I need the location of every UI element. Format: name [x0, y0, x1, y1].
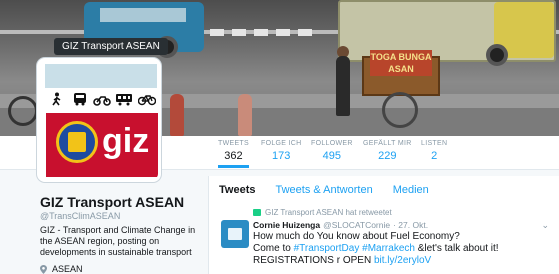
tooltip: GIZ Transport ASEAN [54, 38, 168, 55]
location-pin-icon [40, 264, 47, 274]
street-vendor [336, 56, 350, 116]
asean-map-graphic [45, 64, 157, 88]
tab-tweets[interactable]: Tweets [219, 184, 255, 196]
giz-wordmark: giz [102, 122, 150, 160]
tweet-text: How much do You know about Fuel Economy?… [253, 231, 553, 267]
stat-likes[interactable]: GEFÄLLT MIR 229 [363, 140, 412, 162]
asean-emblem-center [68, 132, 86, 152]
tweet-line: Come to #TransportDay #Marrakech &let's … [253, 243, 553, 255]
crosswalk-stripe [276, 29, 290, 36]
crosswalk-stripe [298, 29, 312, 36]
timeline-tabs: Tweets Tweets & Antworten Medien [219, 184, 429, 196]
tweet-menu-chevron-icon[interactable]: ⌄ [541, 220, 549, 231]
walking-icon [52, 92, 61, 106]
stat-following[interactable]: FOLGE ICH 173 [261, 140, 301, 162]
stat-label: FOLLOWER [311, 140, 353, 147]
stat-label: FOLGE ICH [261, 140, 302, 147]
tweet-author-avatar[interactable] [221, 220, 249, 248]
tweet-text-segment: Come to [253, 243, 294, 254]
profile-location: ASEAN [40, 264, 83, 274]
stat-value: 173 [272, 150, 291, 162]
profile-avatar[interactable]: giz [37, 58, 161, 182]
truck-wheel [486, 44, 508, 66]
tweet-text-segment: REGISTRATIONS r OPEN [253, 255, 374, 266]
tweet-line: REGISTRATIONS r OPEN bit.ly/2eryloV [253, 255, 553, 267]
crosswalk-stripe [210, 29, 224, 36]
retweet-note[interactable]: GIZ Transport ASEAN hat retweetet [265, 208, 392, 217]
stat-followers[interactable]: FOLLOWER 495 [311, 140, 353, 162]
hashtag-link[interactable]: #TransportDay [294, 243, 360, 254]
tweet-header: Cornie Huizenga @SLOCATCornie · 27. Okt. [253, 220, 428, 230]
train-icon [116, 94, 133, 106]
bicycle-icon [137, 95, 156, 106]
tweet-line: How much do You know about Fuel Economy? [253, 231, 460, 242]
profile-bio: GIZ - Transport and Climate Change in th… [40, 225, 196, 257]
cart-wheel [382, 92, 418, 128]
tab-media[interactable]: Medien [393, 184, 429, 196]
stat-value: 495 [322, 150, 342, 162]
stat-value: 229 [378, 150, 397, 162]
timeline-panel: Tweets Tweets & Antworten Medien GIZ Tra… [208, 176, 559, 274]
tab-tweets-and-replies[interactable]: Tweets & Antworten [275, 184, 372, 196]
retweet-context: GIZ Transport ASEAN hat retweetet [253, 208, 392, 217]
tweet-author-handle[interactable]: @SLOCATCornie [323, 220, 390, 230]
stat-value: 362 [224, 150, 243, 162]
bus-icon [73, 93, 86, 106]
minibus-window [100, 8, 186, 22]
crosswalk-stripe [232, 29, 246, 36]
location-label: ASEAN [52, 264, 83, 274]
profile-handle[interactable]: @TransClimASEAN [40, 211, 120, 221]
stat-label: TWEETS [218, 140, 249, 147]
tweet-timestamp[interactable]: · 27. Okt. [393, 220, 428, 230]
cart-sign: TOGA BUNGA ASAN [370, 50, 432, 76]
stat-value: 2 [431, 150, 438, 162]
bicycle-wheel [8, 96, 38, 126]
tweet-author-name[interactable]: Cornie Huizenga [253, 220, 320, 230]
stat-tweets[interactable]: TWEETS 362 [218, 140, 249, 168]
motorbike-icon [93, 96, 111, 106]
twitter-profile-page: TOGA BUNGA ASAN GIZ Transport ASEAN TWEE… [0, 0, 559, 274]
pedestrian [238, 94, 252, 136]
stat-label: GEFÄLLT MIR [363, 140, 412, 147]
giz-logo: giz [46, 113, 158, 177]
stat-label: LISTEN [421, 140, 448, 147]
asean-emblem-icon [56, 121, 98, 163]
crosswalk-stripe [254, 29, 268, 36]
pedestrian [170, 94, 184, 136]
tweet-text-segment: &let's talk about it! [414, 243, 499, 254]
retweet-icon [253, 209, 261, 216]
profile-name[interactable]: GIZ Transport ASEAN [40, 194, 184, 210]
hashtag-link[interactable]: #Marrakech [362, 243, 415, 254]
transport-icons [46, 90, 158, 108]
url-link[interactable]: bit.ly/2eryloV [374, 255, 431, 266]
stat-lists[interactable]: LISTEN 2 [421, 140, 447, 162]
